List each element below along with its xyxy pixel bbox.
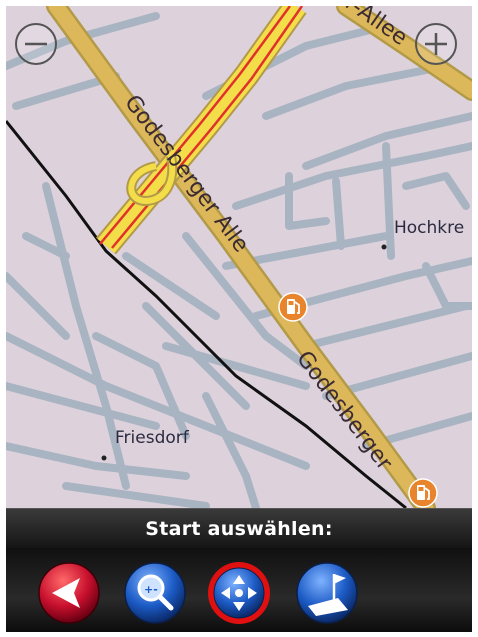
bottom-toolbar: +- (6, 548, 472, 632)
destination-button[interactable] (294, 560, 360, 626)
place-dot-hochkreuz (381, 244, 387, 250)
map-view[interactable]: Godesberger Alle Godesberger r-Allee (6, 6, 472, 508)
place-dot-friesdorf (101, 455, 107, 461)
svg-text:+-: +- (144, 583, 158, 596)
status-prompt: Start auswählen: (145, 518, 333, 540)
place-label-friesdorf: Friesdorf (115, 428, 189, 448)
fuel-station-icon[interactable] (278, 292, 308, 322)
app-frame: Godesberger Alle Godesberger r-Allee Hoc… (6, 6, 472, 632)
zoom-in-icon[interactable] (414, 22, 458, 66)
status-bar: Start auswählen: (6, 508, 472, 549)
back-button[interactable] (36, 560, 102, 626)
zoom-search-button[interactable]: +- (122, 560, 188, 626)
place-label-hochkreuz: Hochkre (394, 218, 465, 238)
pan-map-button[interactable] (206, 560, 272, 626)
zoom-out-icon[interactable] (14, 22, 58, 66)
fuel-station-icon[interactable] (408, 478, 438, 508)
